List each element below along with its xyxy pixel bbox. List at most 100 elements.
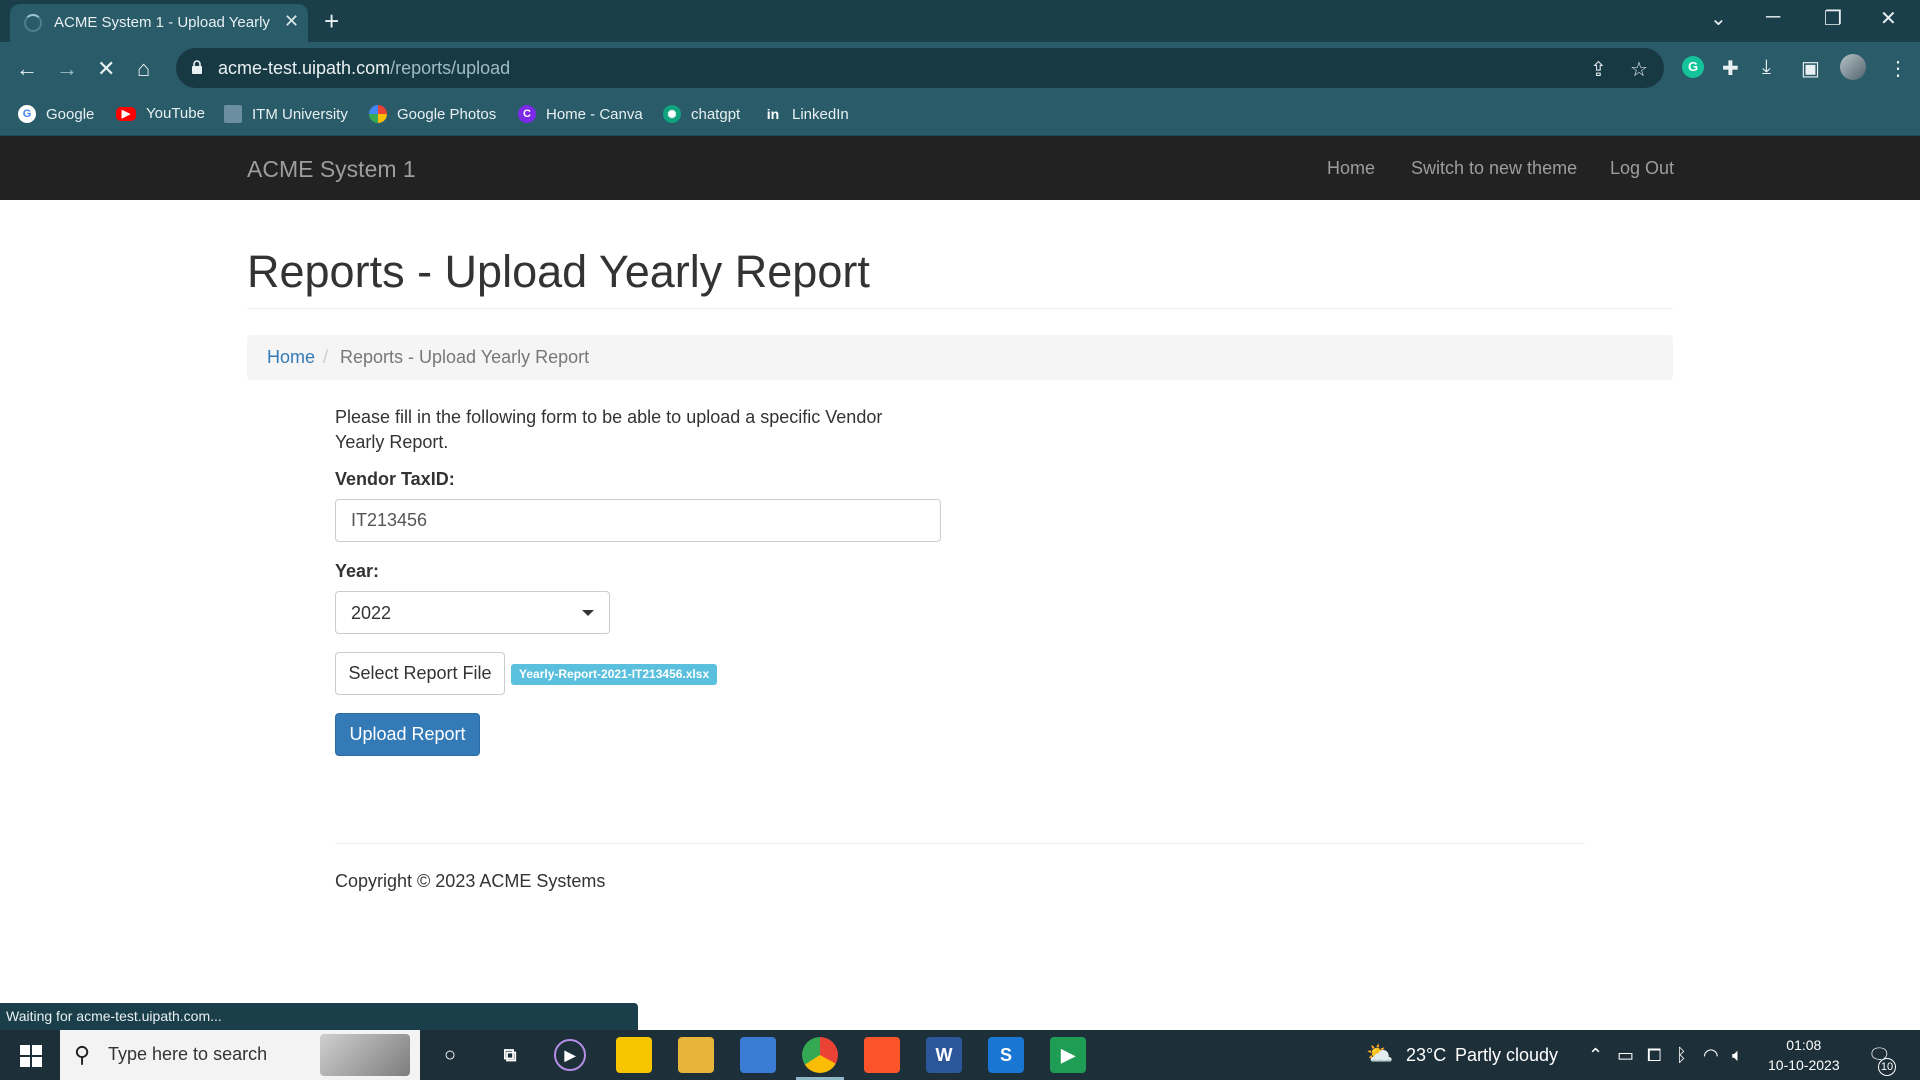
breadcrumb-home-link[interactable]: Home [267, 347, 315, 368]
selected-file-badge: Yearly-Report-2021-IT213456.xlsx [511, 664, 718, 685]
browser-toolbar: ← → ✕ ⌂ acme-test.uipath.com/reports/upl… [0, 42, 1920, 96]
sticky-notes-icon[interactable] [616, 1037, 652, 1073]
search-icon: ⚲ [74, 1042, 91, 1067]
tab-close-icon[interactable]: ✕ [284, 11, 299, 32]
breadcrumb-separator: / [323, 347, 329, 367]
select-report-file-button[interactable]: Select Report File [335, 652, 505, 695]
back-arrow-icon[interactable]: ← [16, 56, 38, 82]
notification-count-badge: 10 [1878, 1058, 1896, 1076]
bookmark-google-photos[interactable]: Google Photos [369, 105, 496, 123]
google-photos-icon [369, 105, 387, 123]
windows-start-icon[interactable] [20, 1045, 42, 1067]
uipath-assistant-icon[interactable]: ▶ [1050, 1037, 1086, 1073]
stop-loading-icon[interactable]: ✕ [97, 56, 115, 82]
tray-overflow-chevron-icon[interactable]: ⌃ [1588, 1045, 1603, 1066]
bookmark-star-icon[interactable]: ☆ [1630, 57, 1648, 82]
bluetooth-icon[interactable]: ᛒ [1676, 1045, 1687, 1066]
nav-logout-link[interactable]: Log Out [1610, 158, 1674, 179]
weather-description[interactable]: Partly cloudy [1455, 1045, 1558, 1066]
meet-now-icon[interactable]: ⧠ [1647, 1045, 1661, 1066]
bookmark-label: Google [46, 105, 95, 123]
chatgpt-icon: ✺ [663, 105, 681, 123]
task-view-icon[interactable]: ⧉ [492, 1037, 528, 1073]
youtube-icon: ▶ [116, 106, 136, 121]
file-explorer-icon[interactable] [678, 1037, 714, 1073]
url-text: acme-test.uipath.com/reports/upload [218, 58, 510, 79]
browser-status-bar: Waiting for acme-test.uipath.com... [0, 1003, 638, 1031]
cortana-icon[interactable]: ○ [432, 1037, 468, 1073]
url-path: /reports/upload [390, 58, 511, 78]
tab-search-chevron-icon[interactable]: ⌄ [1710, 6, 1727, 31]
browser-tab-active[interactable]: ACME System 1 - Upload Yearly ✕ [10, 4, 308, 42]
breadcrumb-current: Reports - Upload Yearly Report [340, 347, 590, 367]
app-navbar: ACME System 1 Home Switch to new theme L… [0, 136, 1920, 200]
bookmark-chatgpt[interactable]: ✺ chatgpt [663, 105, 740, 123]
wifi-icon[interactable]: ◠ [1703, 1045, 1719, 1066]
bookmark-label: LinkedIn [792, 105, 849, 123]
bookmark-label: YouTube [146, 105, 205, 122]
address-bar[interactable]: acme-test.uipath.com/reports/upload ⇪ ☆ [176, 48, 1664, 88]
tab-title: ACME System 1 - Upload Yearly [54, 14, 270, 31]
brave-browser-icon[interactable] [864, 1037, 900, 1073]
download-icon[interactable]: ⤓ [1762, 56, 1771, 79]
close-window-icon[interactable]: ✕ [1880, 6, 1897, 31]
bookmark-linkedin[interactable]: in LinkedIn [764, 105, 849, 123]
footer-copyright: Copyright © 2023 ACME Systems [335, 871, 606, 891]
profile-avatar-icon[interactable] [1840, 54, 1866, 80]
itm-university-icon [224, 105, 242, 123]
volume-icon[interactable]: 🔈︎ [1732, 1045, 1743, 1066]
bookmark-youtube[interactable]: ▶ YouTube [116, 105, 205, 122]
lock-icon[interactable] [192, 60, 202, 74]
year-label: Year: [335, 561, 380, 581]
form-instructions: Please fill in the following form to be … [335, 407, 883, 452]
chrome-icon[interactable] [796, 1037, 844, 1080]
windows-taskbar: ⚲ Type here to search ○ ⧉ ▶ W S ▶ ⛅ 23°C… [0, 1030, 1920, 1080]
canva-icon: C [518, 105, 536, 123]
url-host: acme-test.uipath.com [218, 58, 391, 78]
breadcrumb: Home / Reports - Upload Yearly Report [247, 335, 1673, 380]
battery-icon[interactable]: ▭ [1617, 1045, 1634, 1066]
new-tab-button[interactable]: + [324, 6, 339, 37]
taskbar-search-box[interactable]: ⚲ Type here to search [60, 1030, 420, 1080]
google-icon: G [18, 105, 36, 123]
forward-arrow-icon[interactable]: → [56, 56, 78, 82]
footer-divider [335, 843, 1585, 844]
nav-switch-theme-link[interactable]: Switch to new theme [1411, 158, 1577, 179]
restore-window-icon[interactable]: ❐ [1824, 6, 1842, 31]
clock-time: 01:08 [1786, 1037, 1822, 1053]
uipath-studio-icon[interactable]: S [988, 1037, 1024, 1073]
word-icon[interactable]: W [926, 1037, 962, 1073]
vendor-taxid-input[interactable] [335, 499, 941, 542]
linkedin-icon: in [766, 106, 780, 122]
side-panel-icon[interactable]: ▣ [1801, 56, 1820, 81]
upload-report-button[interactable]: Upload Report [335, 713, 480, 756]
bookmark-canva[interactable]: C Home - Canva [518, 105, 643, 123]
media-player-icon[interactable]: ▶ [554, 1039, 586, 1071]
bookmark-itm-university[interactable]: ITM University [224, 105, 348, 123]
minimize-window-icon[interactable]: ─ [1766, 6, 1780, 29]
menu-kebab-icon[interactable]: ⋮ [1888, 56, 1908, 81]
share-icon[interactable]: ⇪ [1590, 57, 1607, 82]
clock-date: 10-10-2023 [1768, 1057, 1840, 1073]
bookmark-label: Google Photos [397, 105, 497, 123]
weather-partly-cloudy-icon[interactable]: ⛅ [1366, 1041, 1393, 1067]
search-highlight-image [320, 1034, 410, 1076]
taskbar-clock[interactable]: 01:08 10-10-2023 [1768, 1035, 1840, 1075]
grammarly-extension-icon[interactable]: G [1682, 56, 1704, 78]
vendor-taxid-label: Vendor TaxID: [335, 469, 455, 489]
microsoft-store-icon[interactable] [740, 1037, 776, 1073]
search-placeholder: Type here to search [108, 1044, 268, 1064]
page-title: Reports - Upload Yearly Report [247, 246, 870, 297]
bookmark-google[interactable]: G Google [18, 105, 94, 123]
caret-down-icon [582, 610, 594, 616]
year-select[interactable]: 2022 [335, 591, 610, 634]
bookmarks-bar: G Google ▶ YouTube ITM University Google… [0, 96, 1920, 136]
extensions-puzzle-icon[interactable]: ✚ [1722, 56, 1739, 81]
browser-tabstrip: ACME System 1 - Upload Yearly ✕ + ⌄ ─ ❐ … [0, 0, 1920, 42]
brand-logo-text[interactable]: ACME System 1 [247, 156, 416, 183]
nav-home-link[interactable]: Home [1327, 158, 1375, 179]
weather-temperature[interactable]: 23°C [1406, 1045, 1446, 1066]
bookmark-label: chatgpt [691, 105, 741, 123]
loading-spinner-icon [24, 14, 42, 32]
home-icon[interactable]: ⌂ [137, 56, 150, 82]
